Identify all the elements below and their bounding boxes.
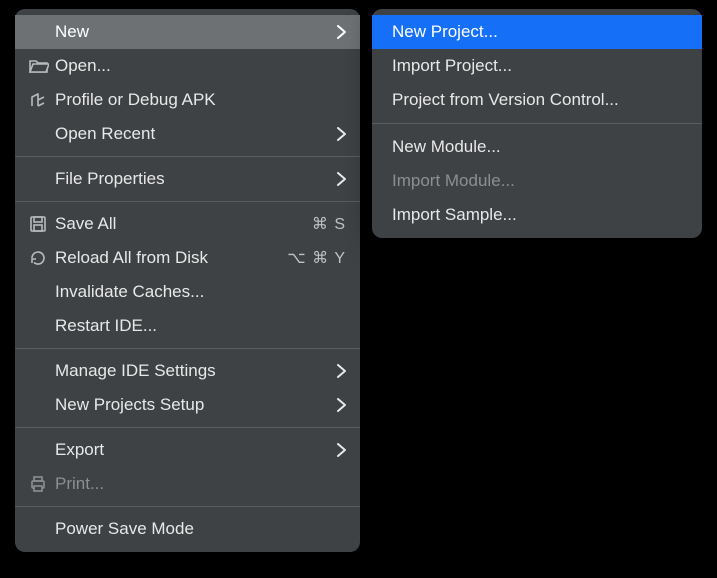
submenu-item-import-project[interactable]: Import Project... — [372, 49, 702, 83]
submenu-item-import-module: Import Module... — [372, 164, 702, 198]
label-new-project: New Project... — [392, 22, 498, 42]
submenu-item-new-module[interactable]: New Module... — [372, 130, 702, 164]
chevron-right-icon — [337, 172, 346, 186]
menu-item-new-projects-setup[interactable]: New Projects Setup — [15, 388, 360, 422]
label-import-module: Import Module... — [392, 171, 515, 191]
menu-item-open[interactable]: Open... — [15, 49, 360, 83]
debug-apk-icon — [29, 91, 55, 109]
menu-separator — [15, 348, 360, 349]
label-save-all: Save All — [55, 214, 116, 234]
label-new-module: New Module... — [392, 137, 501, 157]
menu-separator — [15, 427, 360, 428]
print-icon — [29, 475, 55, 493]
label-file-properties: File Properties — [55, 169, 165, 189]
new-submenu: New Project... Import Project... Project… — [372, 9, 702, 238]
menu-item-new[interactable]: New — [15, 15, 360, 49]
menu-item-restart-ide[interactable]: Restart IDE... — [15, 309, 360, 343]
menu-item-manage-ide-settings[interactable]: Manage IDE Settings — [15, 354, 360, 388]
shortcut-reload-disk: ⌥ ⌘ Y — [287, 248, 346, 268]
file-menu: New Open... Profile or Debug APK Open Re… — [15, 9, 360, 552]
label-export: Export — [55, 440, 104, 460]
label-project-vcs: Project from Version Control... — [392, 90, 619, 110]
menu-item-power-save-mode[interactable]: Power Save Mode — [15, 512, 360, 546]
submenu-item-project-vcs[interactable]: Project from Version Control... — [372, 83, 702, 117]
label-manage-ide: Manage IDE Settings — [55, 361, 216, 381]
label-open-recent: Open Recent — [55, 124, 155, 144]
label-new: New — [55, 22, 89, 42]
submenu-item-new-project[interactable]: New Project... — [372, 15, 702, 49]
menu-separator — [372, 123, 702, 124]
label-import-project: Import Project... — [392, 56, 512, 76]
chevron-right-icon — [337, 25, 346, 39]
label-invalidate-caches: Invalidate Caches... — [55, 282, 204, 302]
chevron-right-icon — [337, 398, 346, 412]
menu-separator — [15, 201, 360, 202]
submenu-item-import-sample[interactable]: Import Sample... — [372, 198, 702, 232]
save-icon — [29, 215, 55, 233]
menu-item-reload-disk[interactable]: Reload All from Disk ⌥ ⌘ Y — [15, 241, 360, 275]
menu-item-print: Print... — [15, 467, 360, 501]
menu-item-profile-apk[interactable]: Profile or Debug APK — [15, 83, 360, 117]
menu-item-open-recent[interactable]: Open Recent — [15, 117, 360, 151]
label-open: Open... — [55, 56, 111, 76]
label-print: Print... — [55, 474, 104, 494]
label-import-sample: Import Sample... — [392, 205, 517, 225]
chevron-right-icon — [337, 364, 346, 378]
label-new-projects-setup: New Projects Setup — [55, 395, 204, 415]
menu-item-file-properties[interactable]: File Properties — [15, 162, 360, 196]
reload-icon — [29, 249, 55, 267]
folder-open-icon — [29, 58, 55, 74]
shortcut-save-all: ⌘ S — [312, 214, 346, 234]
label-power-save: Power Save Mode — [55, 519, 194, 539]
chevron-right-icon — [337, 127, 346, 141]
label-reload-disk: Reload All from Disk — [55, 248, 208, 268]
label-profile-apk: Profile or Debug APK — [55, 90, 216, 110]
menu-separator — [15, 506, 360, 507]
menu-item-export[interactable]: Export — [15, 433, 360, 467]
menu-separator — [15, 156, 360, 157]
chevron-right-icon — [337, 443, 346, 457]
menu-item-invalidate-caches[interactable]: Invalidate Caches... — [15, 275, 360, 309]
menu-item-save-all[interactable]: Save All ⌘ S — [15, 207, 360, 241]
label-restart-ide: Restart IDE... — [55, 316, 157, 336]
